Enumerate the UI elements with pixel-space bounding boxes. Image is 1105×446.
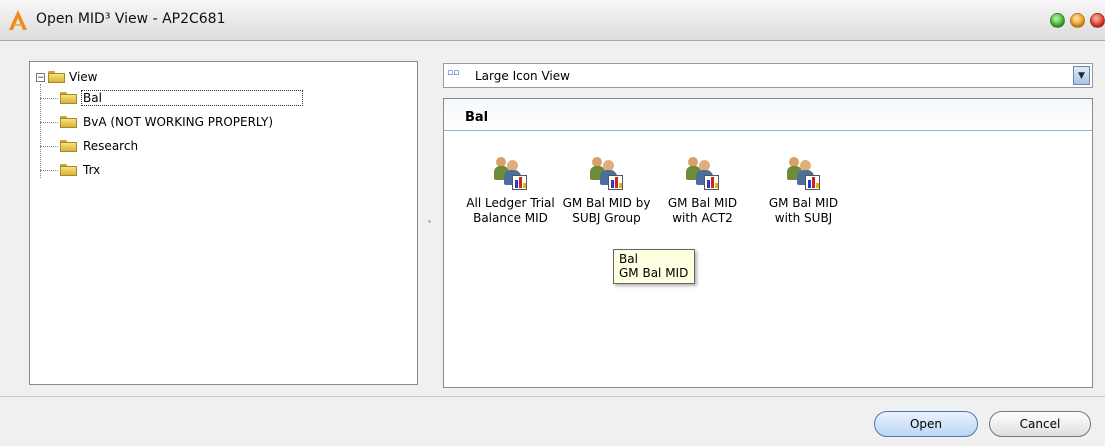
folder-icon bbox=[60, 164, 77, 176]
maximize-button[interactable] bbox=[1050, 13, 1065, 28]
cancel-button[interactable]: Cancel bbox=[989, 411, 1091, 437]
view-list-panel: Bal All Ledger Trial Balance MID GM Bal … bbox=[443, 98, 1093, 388]
view-mode-select[interactable]: ▫▫ Large Icon View ▼ bbox=[443, 63, 1093, 88]
tooltip: Bal GM Bal MID bbox=[613, 249, 696, 284]
close-button[interactable] bbox=[1090, 13, 1105, 28]
tree-item-label: Research bbox=[83, 139, 139, 153]
view-item-label-line2: SUBJ Group bbox=[572, 211, 641, 225]
view-item-label-line1: GM Bal MID bbox=[768, 196, 839, 210]
tree-root[interactable]: − View bbox=[36, 68, 97, 86]
window-title: Open MID³ View - AP2C681 bbox=[36, 11, 226, 27]
folder-icon bbox=[60, 92, 77, 104]
view-item-label-line2: with ACT2 bbox=[672, 211, 733, 225]
open-folder-icon bbox=[48, 71, 65, 83]
large-icon-view-icon: ▫▫ bbox=[447, 68, 460, 78]
folder-icon bbox=[60, 140, 77, 152]
view-item-label-line1: GM Bal MID bbox=[667, 196, 738, 210]
tooltip-line1: Bal bbox=[619, 252, 638, 266]
collapse-icon[interactable]: − bbox=[36, 72, 45, 82]
folder-icon bbox=[60, 116, 77, 128]
divider bbox=[0, 396, 1105, 397]
folder-tree[interactable]: − View Bal BvA (NOT WORKING PROPERLY) Re… bbox=[29, 61, 418, 385]
users-report-icon bbox=[786, 157, 821, 191]
tree-item-label: BvA (NOT WORKING PROPERLY) bbox=[83, 115, 274, 129]
tree-item-bal[interactable]: Bal bbox=[40, 89, 303, 107]
chevron-down-icon[interactable]: ▼ bbox=[1073, 66, 1090, 85]
users-report-icon bbox=[589, 157, 624, 191]
splitter-handle[interactable] bbox=[428, 220, 431, 223]
app-logo-icon bbox=[9, 10, 27, 30]
group-label: Bal bbox=[465, 110, 489, 125]
view-item-label-line2: Balance MID bbox=[473, 211, 548, 225]
tree-root-label: View bbox=[69, 70, 98, 84]
view-mode-value: Large Icon View bbox=[475, 69, 570, 83]
tree-item-bva[interactable]: BvA (NOT WORKING PROPERLY) bbox=[40, 113, 275, 131]
view-item[interactable]: GM Bal MID with SUBJ bbox=[751, 157, 856, 226]
tree-item-trx[interactable]: Trx bbox=[40, 161, 102, 179]
view-item-label-line1: GM Bal MID by bbox=[562, 196, 651, 210]
view-item[interactable]: All Ledger Trial Balance MID bbox=[458, 157, 563, 226]
group-header: Bal bbox=[444, 99, 1092, 131]
tooltip-line2: GM Bal MID bbox=[619, 266, 689, 280]
users-report-icon bbox=[685, 157, 720, 191]
title-bar[interactable]: Open MID³ View - AP2C681 bbox=[0, 0, 1105, 41]
tree-item-label: Bal bbox=[81, 90, 303, 106]
tree-item-label: Trx bbox=[83, 163, 101, 177]
view-item[interactable]: GM Bal MID with ACT2 bbox=[650, 157, 755, 226]
view-item-label-line1: All Ledger Trial bbox=[466, 196, 555, 210]
view-item[interactable]: GM Bal MID by SUBJ Group bbox=[554, 157, 659, 226]
view-item-label-line2: with SUBJ bbox=[774, 211, 833, 225]
users-report-icon bbox=[493, 157, 528, 191]
minimize-button[interactable] bbox=[1070, 13, 1085, 28]
open-button[interactable]: Open bbox=[874, 411, 978, 437]
tree-item-research[interactable]: Research bbox=[40, 137, 140, 155]
